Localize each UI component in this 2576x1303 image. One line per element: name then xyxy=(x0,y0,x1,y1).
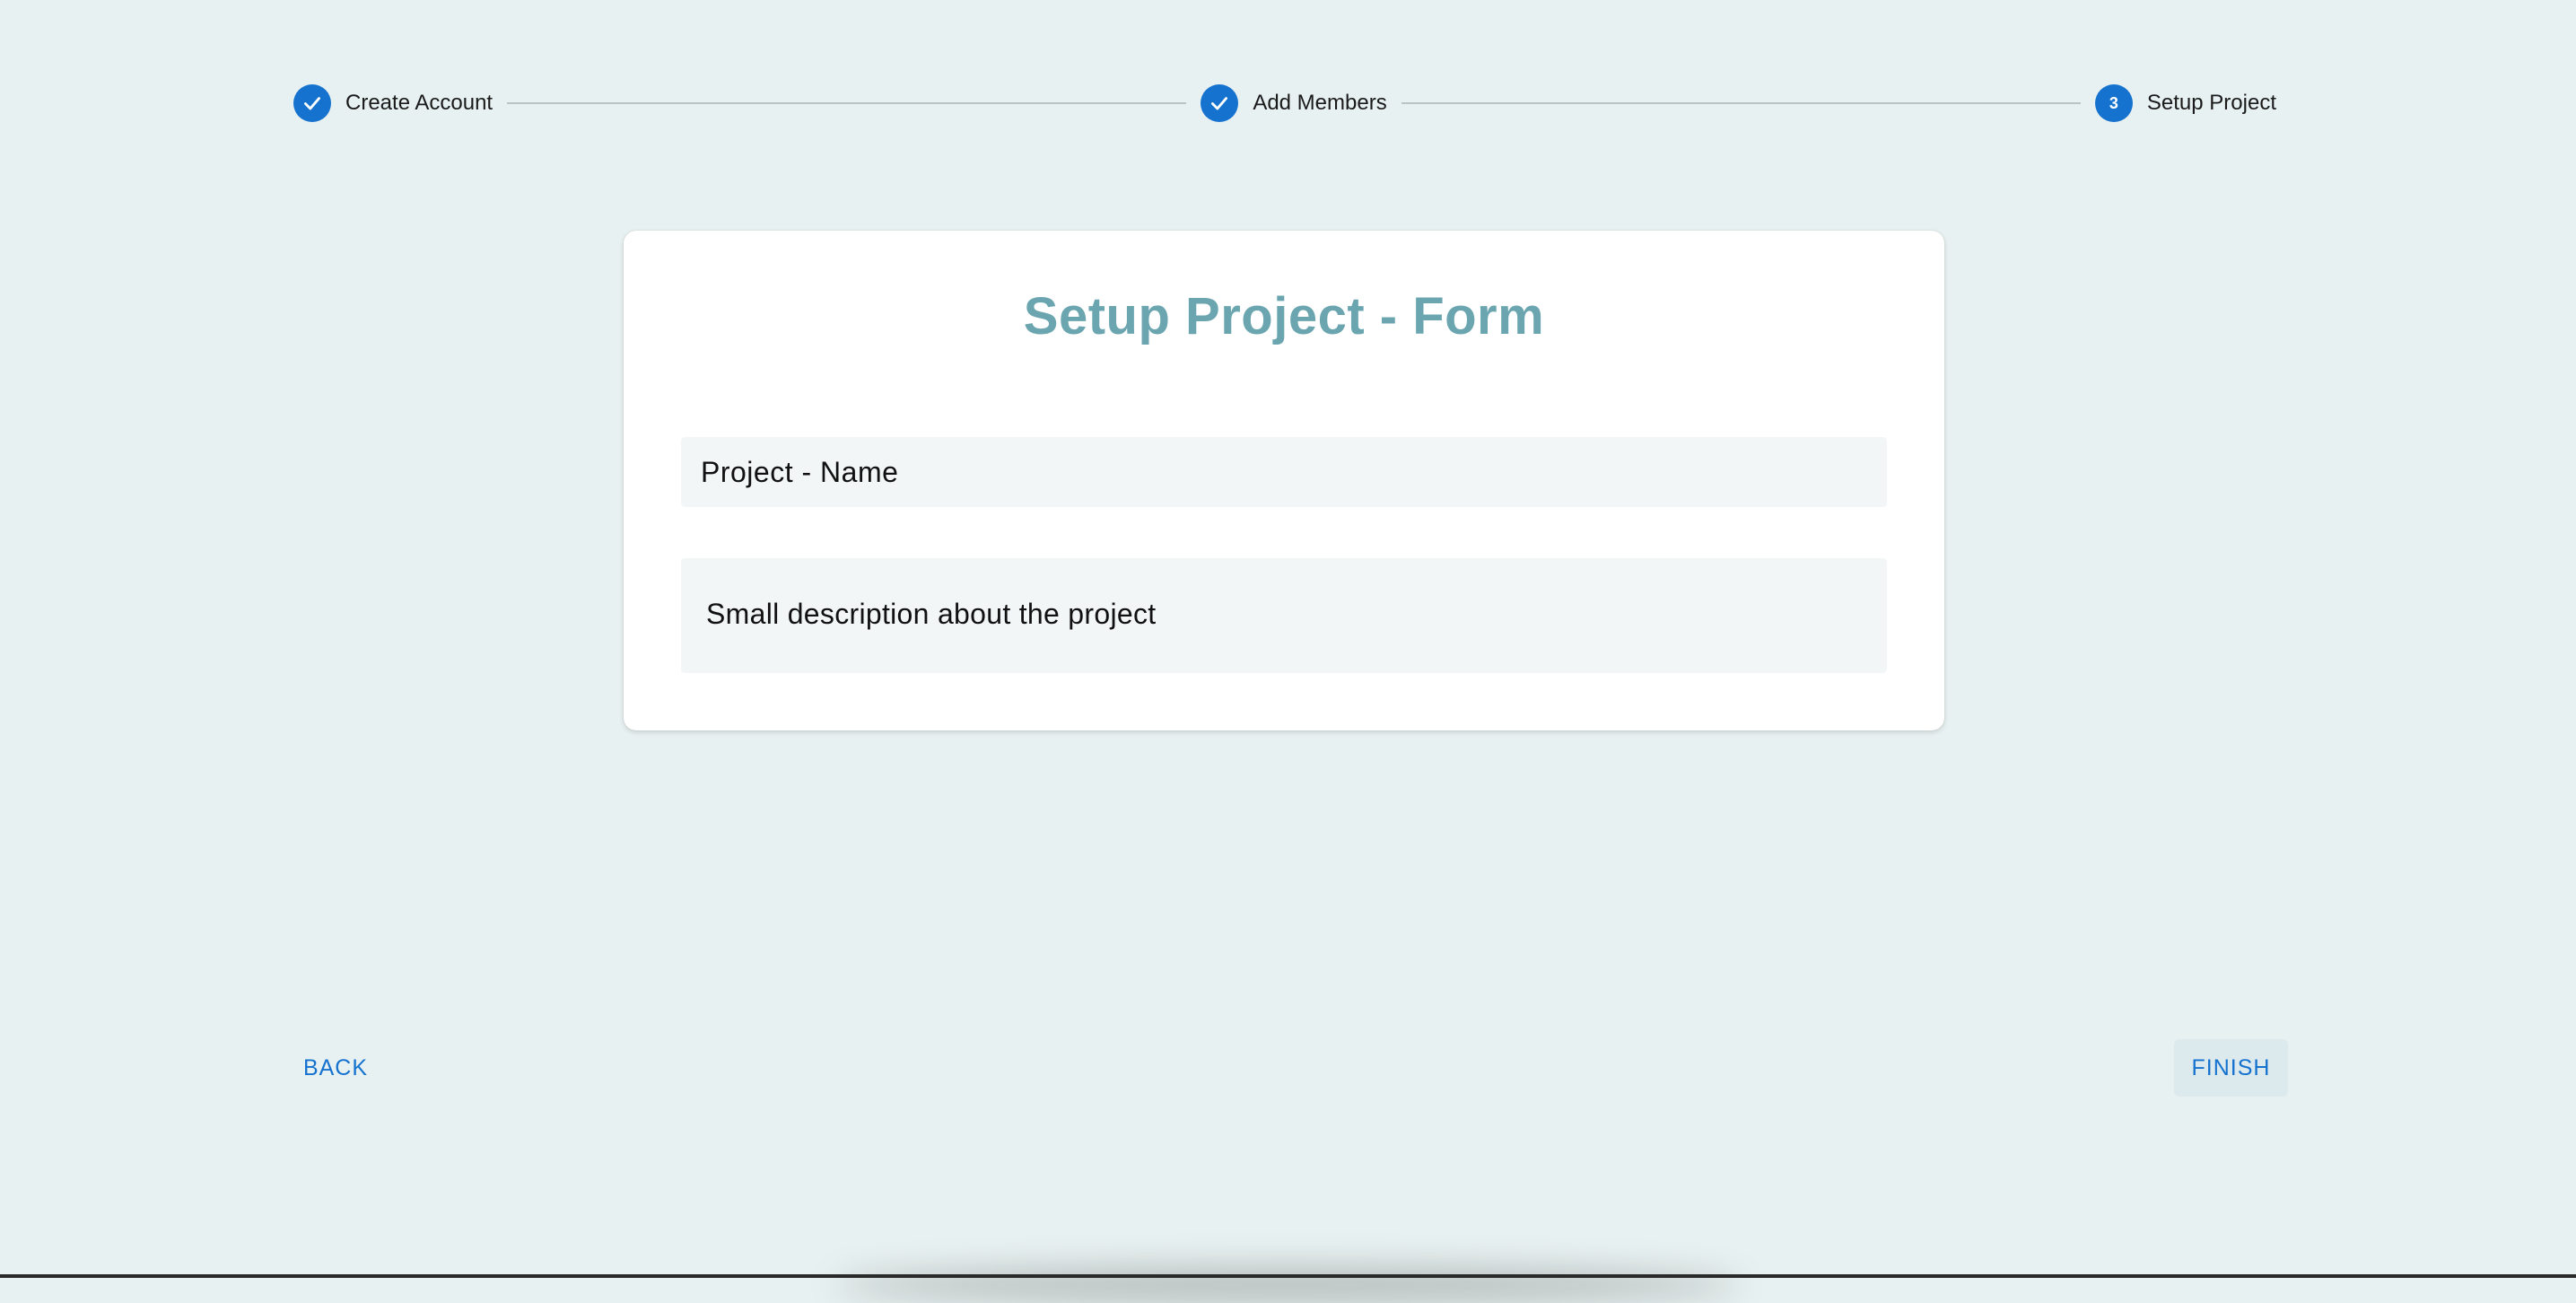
project-description-input[interactable] xyxy=(681,558,1887,673)
step-connector xyxy=(1401,102,2081,104)
step-2-check-icon xyxy=(1201,84,1239,122)
form-card: Setup Project - Form xyxy=(624,231,1944,730)
step-3-number-badge: 3 xyxy=(2094,84,2133,122)
step-label-add-members: Add Members xyxy=(1253,91,1387,115)
step-setup-project[interactable]: 3 Setup Project xyxy=(2094,84,2276,122)
step-connector xyxy=(507,102,1187,104)
stepper: Create Account Add Members 3 Setup Proje… xyxy=(293,83,2276,123)
project-name-input[interactable] xyxy=(681,437,1887,507)
window-bottom-edge xyxy=(0,1274,2576,1278)
step-label-create-account: Create Account xyxy=(345,91,493,115)
step-label-setup-project: Setup Project xyxy=(2146,91,2276,115)
step-1-check-icon xyxy=(293,84,331,122)
step-create-account[interactable]: Create Account xyxy=(293,84,493,122)
bottom-shadow xyxy=(834,1267,1741,1303)
back-button[interactable]: BACK xyxy=(289,1039,382,1097)
form-title: Setup Project - Form xyxy=(1023,287,1545,345)
step-add-members[interactable]: Add Members xyxy=(1201,84,1387,122)
finish-button[interactable]: FINISH xyxy=(2174,1039,2288,1097)
